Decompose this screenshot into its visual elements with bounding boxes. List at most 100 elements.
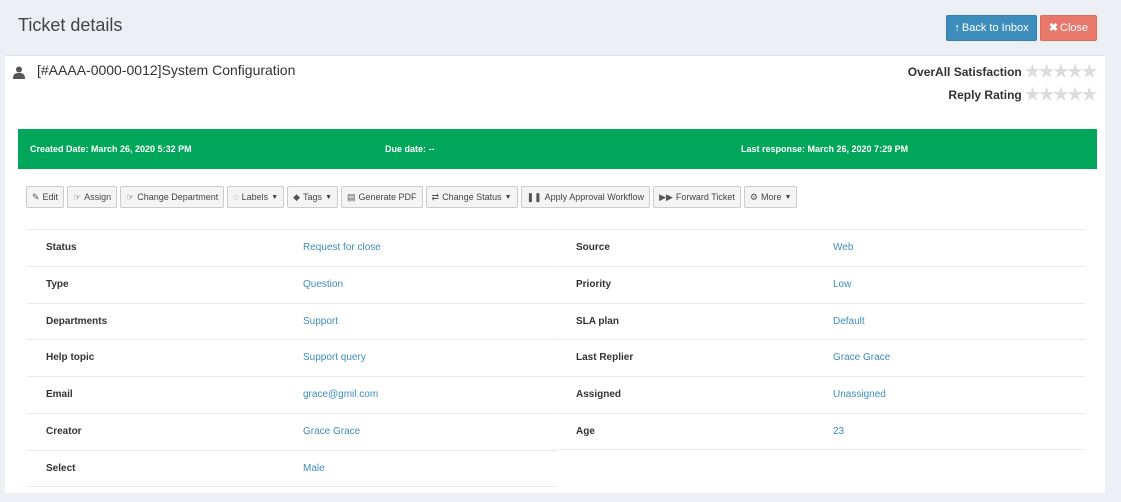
- change-status-label: Change Status: [442, 192, 502, 202]
- detail-value[interactable]: Low: [833, 279, 851, 290]
- edit-button[interactable]: ✎ Edit: [26, 186, 65, 208]
- detail-label: Type: [46, 279, 69, 290]
- detail-row-departments: Departments Support: [27, 303, 557, 340]
- change-department-button[interactable]: ☞ Change Department: [120, 186, 225, 208]
- star-icon[interactable]: ★: [1082, 85, 1097, 104]
- detail-label: Select: [46, 463, 76, 474]
- ticket-toolbar: ✎ Edit ☞ Assign ☞ Change Department ◌ Labels…: [26, 186, 798, 208]
- arrow-up-icon: ↑: [954, 22, 960, 34]
- detail-label: Source: [576, 242, 610, 253]
- detail-row-priority: Priority Low: [558, 266, 1085, 303]
- caret-down-icon: ▼: [784, 193, 792, 201]
- detail-label: Assigned: [576, 389, 622, 400]
- back-to-inbox-label: Back to Inbox: [961, 22, 1029, 34]
- ticket-info-bar: Created Date: March 26, 2020 5:32 PM Due…: [18, 129, 1097, 169]
- detail-value[interactable]: Support query: [303, 352, 366, 363]
- forward-ticket-button[interactable]: ▶▶ Forward Ticket: [653, 186, 741, 208]
- labels-button[interactable]: ◌ Labels ▼: [227, 186, 285, 208]
- detail-row-age: Age 23: [558, 413, 1085, 450]
- forward-icon: ▶▶: [659, 191, 673, 202]
- detail-label: Departments: [46, 316, 108, 327]
- overall-satisfaction-label: OverAll Satisfaction: [907, 65, 1022, 79]
- star-icon[interactable]: ★: [1039, 62, 1054, 81]
- overall-satisfaction-stars[interactable]: ★★★★★: [1025, 62, 1097, 82]
- file-pdf-icon: ▤: [347, 191, 356, 202]
- star-icon[interactable]: ★: [1068, 62, 1083, 81]
- detail-row-type: Type Question: [27, 266, 557, 303]
- user-icon: [13, 66, 25, 79]
- detail-row-assigned: Assigned Unassigned: [558, 376, 1085, 413]
- detail-row-select: Select Male: [27, 450, 557, 487]
- detail-row-last-replier: Last Replier Grace Grace: [558, 339, 1085, 376]
- detail-label: SLA plan: [576, 316, 619, 327]
- reply-rating: Reply Rating ★★★★★: [948, 85, 1097, 105]
- change-status-button[interactable]: ⇄ Change Status ▼: [425, 186, 518, 208]
- ticket-card: [#AAAA-0000-0012]System Configuration Ov…: [5, 55, 1105, 493]
- detail-row-source: Source Web: [558, 229, 1085, 266]
- more-label: More: [761, 192, 782, 202]
- hand-pointer-icon: ☞: [126, 191, 135, 202]
- forward-ticket-label: Forward Ticket: [675, 192, 735, 202]
- edit-label: Edit: [42, 192, 59, 202]
- back-to-inbox-button[interactable]: ↑ Back to Inbox: [946, 15, 1037, 41]
- detail-value[interactable]: Web: [833, 242, 853, 253]
- detail-label: Last Replier: [576, 352, 634, 363]
- more-button[interactable]: ⚙ More ▼: [743, 186, 798, 208]
- assign-label: Assign: [84, 192, 112, 202]
- ticket-title: [#AAAA-0000-0012]System Configuration: [37, 62, 296, 78]
- last-response: Last response: March 26, 2020 7:29 PM: [741, 144, 909, 154]
- detail-row-email: Email grace@gmil.com: [27, 376, 557, 413]
- overall-satisfaction-rating: OverAll Satisfaction ★★★★★: [907, 62, 1097, 82]
- apply-approval-workflow-label: Apply Approval Workflow: [544, 192, 645, 202]
- star-icon[interactable]: ★: [1039, 85, 1054, 104]
- pause-icon: ❚❚: [526, 191, 542, 202]
- detail-value[interactable]: Default: [833, 316, 865, 327]
- close-label: Close: [1060, 22, 1089, 34]
- caret-down-icon: ▼: [325, 193, 332, 201]
- detail-label: Status: [46, 242, 77, 253]
- detail-value[interactable]: Grace Grace: [303, 426, 360, 437]
- detail-value[interactable]: Support: [303, 316, 338, 327]
- detail-value[interactable]: Grace Grace: [833, 352, 890, 363]
- detail-label: Email: [46, 389, 73, 400]
- caret-down-icon: ▼: [271, 193, 279, 201]
- generate-pdf-button[interactable]: ▤ Generate PDF: [341, 186, 423, 208]
- detail-value[interactable]: 23: [833, 426, 844, 437]
- detail-row-sla-plan: SLA plan Default: [558, 303, 1085, 340]
- reply-rating-stars[interactable]: ★★★★★: [1025, 85, 1097, 105]
- tag-icon: ◆: [293, 191, 301, 202]
- star-icon[interactable]: ★: [1082, 62, 1097, 81]
- assign-button[interactable]: ☞ Assign: [67, 186, 118, 208]
- caret-down-icon: ▼: [504, 193, 512, 201]
- star-icon[interactable]: ★: [1025, 62, 1040, 81]
- edit-icon: ✎: [32, 191, 40, 202]
- hand-pointer-icon: ☞: [73, 191, 82, 202]
- tags-button[interactable]: ◆ Tags ▼: [287, 186, 338, 208]
- apply-approval-workflow-button[interactable]: ❚❚ Apply Approval Workflow: [520, 186, 651, 208]
- star-icon[interactable]: ★: [1068, 85, 1083, 104]
- star-icon[interactable]: ★: [1025, 85, 1040, 104]
- close-icon: ✖: [1048, 22, 1059, 34]
- labels-icon: ◌: [233, 192, 239, 202]
- tags-label: Tags: [303, 192, 323, 202]
- detail-value[interactable]: Male: [303, 463, 325, 474]
- reply-rating-label: Reply Rating: [948, 88, 1022, 102]
- detail-label: Priority: [576, 279, 612, 290]
- detail-value[interactable]: Unassigned: [833, 389, 886, 400]
- star-icon[interactable]: ★: [1053, 62, 1068, 81]
- detail-value[interactable]: Question: [303, 279, 343, 290]
- page-title: Ticket details: [18, 15, 123, 35]
- detail-value[interactable]: Request for close: [303, 242, 381, 253]
- detail-label: Creator: [46, 426, 82, 437]
- detail-value[interactable]: grace@gmil.com: [303, 389, 378, 400]
- detail-row-creator: Creator Grace Grace: [27, 413, 557, 450]
- exchange-icon: ⇄: [431, 191, 440, 202]
- detail-label: Age: [576, 426, 595, 437]
- due-date: Due date: --: [385, 144, 435, 154]
- star-icon[interactable]: ★: [1053, 85, 1068, 104]
- close-button[interactable]: ✖ Close: [1040, 15, 1097, 41]
- generate-pdf-label: Generate PDF: [358, 192, 417, 202]
- created-date: Created Date: March 26, 2020 5:32 PM: [30, 144, 192, 154]
- detail-label: Help topic: [46, 352, 95, 363]
- detail-row-status: Status Request for close: [27, 229, 557, 266]
